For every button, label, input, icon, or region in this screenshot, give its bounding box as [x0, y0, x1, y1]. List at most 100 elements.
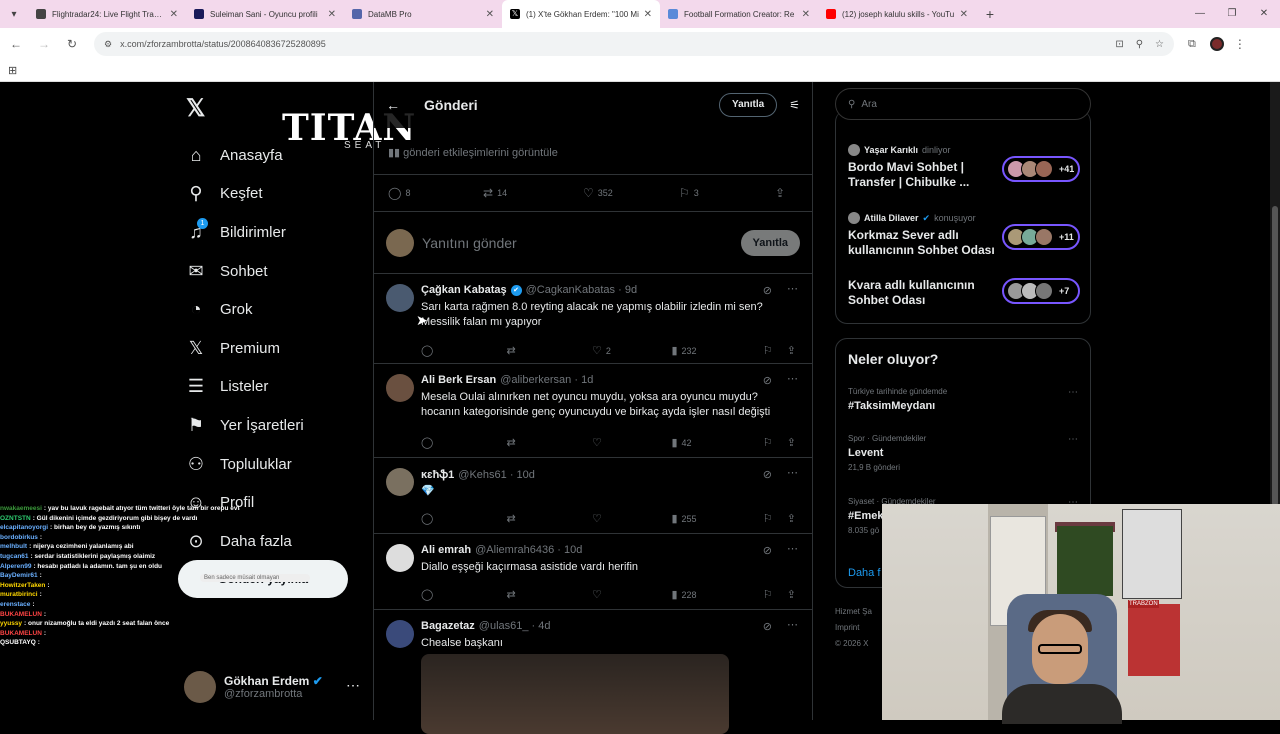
more-icon[interactable]: ⋯ — [787, 466, 798, 479]
like-action[interactable]: ♡ — [592, 588, 672, 601]
tweet-author[interactable]: Çağkan Kabataş — [421, 284, 507, 296]
repost-action[interactable]: ⇄ — [506, 512, 591, 525]
close-tab-icon[interactable]: ✕ — [328, 9, 336, 20]
tweet-author[interactable]: Ali emrah — [421, 544, 471, 556]
share-action[interactable]: ⇪ — [787, 436, 800, 449]
reply-tweet[interactable]: Ali emrah @Aliemrah6436 · 10d ⊘ ⋯ Diallo e… — [374, 534, 812, 610]
new-tab-button[interactable]: + — [976, 6, 1004, 22]
repost-action[interactable]: ⇄ — [506, 588, 591, 601]
trend-more-icon[interactable]: ⋯ — [1068, 387, 1078, 398]
sidebar-item-grok[interactable]: ◔ Grok — [184, 290, 304, 329]
footer-link[interactable]: Imprint — [835, 620, 872, 636]
share-action[interactable]: ⇪ — [787, 588, 800, 601]
like-action[interactable]: ♡ — [592, 512, 672, 525]
close-tab-icon[interactable]: ✕ — [170, 9, 178, 20]
reply-action[interactable]: ◯ — [421, 436, 506, 449]
grok-icon[interactable]: ⊘ — [763, 468, 772, 481]
browser-menu-icon[interactable]: ⋮ — [1234, 37, 1246, 51]
trend-item[interactable]: Türkiye tarihinde gündemde #TaksimMeydan… — [848, 387, 1078, 412]
bookmark-action[interactable]: ⚐ — [763, 344, 787, 357]
close-window-icon[interactable]: ✕ — [1248, 0, 1280, 28]
like-action[interactable]: ♡ — [592, 436, 672, 449]
bookmark-star-icon[interactable]: ☆ — [1155, 39, 1164, 50]
space-listeners-pill[interactable]: +7 — [1002, 278, 1080, 304]
forward-icon[interactable]: → — [32, 37, 56, 51]
share-action[interactable]: ⇪ — [787, 344, 800, 357]
reply-tweet[interactable]: Ali Berk Ersan @aliberkersan · 1d ⊘ ⋯ Mese… — [374, 364, 812, 458]
like-count[interactable]: ♡ 352 — [583, 186, 679, 200]
account-more-icon[interactable]: ⋯ — [346, 677, 360, 694]
bookmark-action[interactable]: ⚐ — [763, 436, 787, 449]
show-more-link[interactable]: Daha f — [848, 567, 880, 579]
tweet-author[interactable]: ĸɛħֆ1 — [421, 468, 454, 481]
reply-tweet[interactable]: ĸɛħֆ1 @Kehs61 · 10d ⊘ ⋯ 💎 ◯ ⇄ ♡ ▮ 255 ⚐ ⇪ — [374, 458, 812, 534]
x-logo-icon[interactable]: 𝕏 — [186, 94, 205, 123]
back-icon[interactable]: ← — [4, 37, 28, 51]
sidebar-item-bookmarks[interactable]: ⚑ Yer İşaretleri — [184, 406, 304, 445]
bookmark-action[interactable]: ⚐ — [763, 512, 787, 525]
reply-action[interactable]: ◯ — [421, 588, 506, 601]
bookmark-count[interactable]: ⚐ 3 — [679, 186, 775, 200]
sidebar-item-messages[interactable]: ✉ Sohbet — [184, 252, 304, 291]
zoom-icon[interactable]: ⚲ — [1136, 39, 1143, 50]
repost-action[interactable]: ⇄ — [506, 344, 591, 357]
browser-tab[interactable]: DataMB Pro ✕ — [344, 0, 502, 28]
apps-grid-icon[interactable]: ⊞ — [8, 64, 17, 77]
reply-action[interactable]: ◯ — [421, 344, 506, 357]
header-reply-button[interactable]: Yanıtla — [718, 93, 778, 117]
sidebar-item-home[interactable]: ⌂ Anasayfa — [184, 136, 304, 175]
sidebar-item-communities[interactable]: ⚇ Topluluklar — [184, 445, 304, 484]
close-tab-icon[interactable]: ✕ — [802, 9, 810, 20]
browser-tab-active[interactable]: 𝕏 (1) X'te Gökhan Erdem: "100 Mi ✕ — [502, 0, 660, 28]
close-tab-icon[interactable]: ✕ — [486, 9, 494, 20]
search-input[interactable]: ⚲ Ara — [835, 88, 1091, 120]
view-engagements-link[interactable]: ▮▮ gönderi etkileşimlerini görüntüle — [388, 146, 558, 159]
views-action[interactable]: ▮ 232 — [671, 344, 762, 357]
back-arrow-icon[interactable]: ← — [386, 97, 400, 113]
reply-count[interactable]: ◯ 8 — [388, 186, 483, 200]
browser-profile-avatar[interactable] — [1209, 37, 1224, 51]
minimize-icon[interactable]: — — [1184, 0, 1216, 28]
install-icon[interactable]: ⊡ — [1115, 39, 1123, 50]
grok-icon[interactable]: ⊘ — [763, 620, 772, 633]
reply-input[interactable]: Yanıtını gönder — [422, 235, 741, 251]
reload-icon[interactable]: ↻ — [60, 37, 84, 51]
more-icon[interactable]: ⋯ — [787, 282, 798, 295]
browser-tab[interactable]: (12) joseph kalulu skills - YouTu ✕ — [818, 0, 976, 28]
repost-count[interactable]: ⇄ 14 — [483, 186, 583, 200]
browser-tab[interactable]: Football Formation Creator: Re ✕ — [660, 0, 818, 28]
reply-submit-button[interactable]: Yanıtla — [740, 229, 800, 256]
account-switcher[interactable]: Gökhan Erdem ✔ @zforzambrotta ⋯ — [184, 667, 364, 707]
tweet-author[interactable]: Ali Berk Ersan — [421, 374, 496, 386]
tab-search-icon[interactable]: ▾ — [0, 0, 28, 28]
sidebar-item-explore[interactable]: ⚲ Keşfet — [184, 175, 304, 214]
trend-more-icon[interactable]: ⋯ — [1068, 434, 1078, 445]
space-item[interactable]: Kvara adlı kullanıcının Sohbet Odası +7 — [848, 278, 1080, 308]
more-icon[interactable]: ⋯ — [787, 542, 798, 555]
scrollbar-thumb[interactable] — [1272, 206, 1278, 506]
views-action[interactable]: ▮ 42 — [671, 436, 762, 449]
repost-action[interactable]: ⇄ — [506, 436, 591, 449]
extensions-icon[interactable]: ⧉ — [1188, 38, 1196, 51]
filter-icon[interactable]: ⚟ — [789, 98, 800, 112]
browser-tab[interactable]: Flightradar24: Live Flight Tracke ✕ — [28, 0, 186, 28]
tweet-author[interactable]: Bagazetaz — [421, 620, 475, 632]
views-action[interactable]: ▮ 228 — [671, 588, 762, 601]
grok-icon[interactable]: ⊘ — [763, 374, 772, 387]
space-listeners-pill[interactable]: +41 — [1002, 156, 1080, 182]
reply-tweet[interactable]: Bagazetaz @ulas61_ · 4d ⊘ ⋯ Chealse başkan… — [374, 610, 812, 734]
more-icon[interactable]: ⋯ — [787, 618, 798, 631]
sidebar-item-notifications[interactable]: ♫ 1 Bildirimler — [184, 213, 304, 252]
more-icon[interactable]: ⋯ — [787, 372, 798, 385]
space-listeners-pill[interactable]: +11 — [1002, 224, 1080, 250]
trend-item[interactable]: Spor · Gündemdekiler Levent 21,9 B gönde… — [848, 434, 1078, 472]
views-action[interactable]: ▮ 255 — [671, 512, 762, 525]
footer-link[interactable]: Hizmet Şa — [835, 604, 872, 620]
space-item[interactable]: Atilla Dilaver ✔ konuşuyor Korkmaz Sever a… — [848, 212, 1080, 258]
site-info-icon[interactable]: ⚙ — [104, 39, 112, 50]
space-item[interactable]: Yaşar Karıklı dinliyor Bordo Mavi Sohbet … — [848, 144, 1080, 190]
reply-action[interactable]: ◯ — [421, 512, 506, 525]
browser-tab[interactable]: Suleiman Sani - Oyuncu profili ✕ — [186, 0, 344, 28]
like-action[interactable]: ♡ 2 — [592, 344, 672, 357]
close-tab-icon[interactable]: ✕ — [644, 9, 652, 20]
